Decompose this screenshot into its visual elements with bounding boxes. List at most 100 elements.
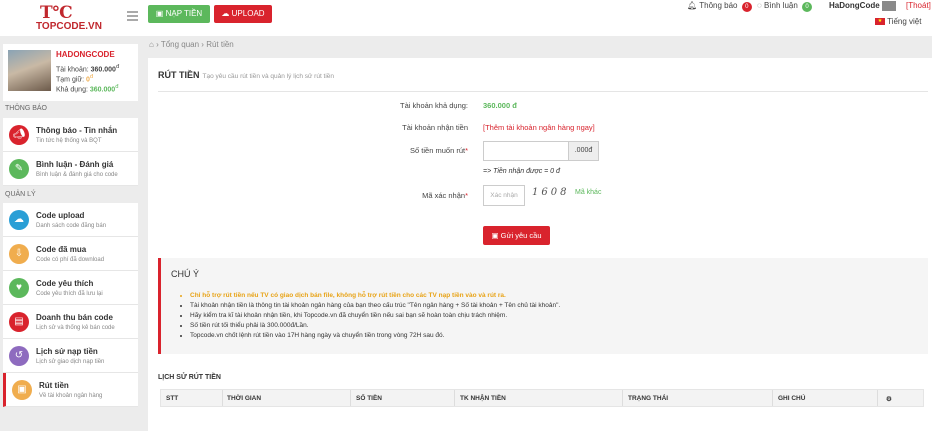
available-label: Khả dụng:	[56, 86, 88, 94]
sidebar-item-subtitle: Tin tức hệ thống và BQT	[36, 138, 102, 144]
sidebar-item-subtitle: Lịch sử giao dịch nạp tiền	[36, 359, 105, 365]
notifications-link[interactable]: 🔔︎ Thông báo 0	[687, 1, 752, 12]
breadcrumb-home[interactable]: Tổng quan	[161, 40, 199, 49]
upload-cloud-icon: ☁	[9, 210, 29, 230]
captcha-label-text: Mã xác nhận	[422, 191, 466, 200]
upload-label: UPLOAD	[231, 9, 265, 18]
add-bank-account-link[interactable]: [Thêm tài khoản ngân hàng ngay]	[483, 123, 595, 132]
sidebar-item[interactable]: ⇩ Code đã mua Code có phí đã download	[3, 237, 138, 271]
captcha-refresh-link[interactable]: Mã khác	[575, 189, 601, 196]
sidebar-item-subtitle: Code yêu thích đã lưu lại	[36, 291, 103, 297]
sidebar-item-label: Code upload	[36, 211, 85, 220]
history-icon: ↺	[9, 346, 29, 366]
balance-row: Tài khoản: 360.000đ	[56, 64, 119, 73]
nap-tien-label: NẠP TIỀN	[165, 9, 203, 18]
sidebar-item[interactable]: ☁ Code upload Danh sách code đăng bán	[3, 203, 138, 237]
sidebar-item[interactable]: ✎ Bình luận - Đánh giá Bình luận & đánh gi…	[3, 152, 138, 186]
sidebar-item[interactable]: ▣ Rút tiền Về tài khoản ngân hàng	[3, 373, 138, 407]
section-title-manage: QUẢN LÝ	[5, 191, 36, 198]
language-label: Tiếng việt	[887, 17, 922, 26]
sidebar-item-subtitle: Danh sách code đăng bán	[36, 223, 107, 229]
logo-mark: T°C	[40, 3, 73, 23]
sidebar-item-subtitle: Bình luận & đánh giá cho code	[36, 172, 118, 178]
col-stt: STT	[166, 395, 179, 402]
page-subtitle: Tạo yêu cầu rút tiền và quản lý lịch sử …	[202, 73, 335, 80]
frozen-row: Tạm giữ: 0đ	[56, 74, 93, 83]
bullhorn-icon: 📣︎	[9, 125, 29, 145]
sidebar: HADONGCODE Tài khoản: 360.000đ Tạm giữ: …	[0, 36, 147, 431]
captcha-input[interactable]: Xác nhận	[483, 185, 525, 206]
username: HaDongCode	[829, 1, 880, 11]
vietnam-flag-icon: ★	[875, 18, 885, 26]
chart-icon: ▤	[9, 312, 29, 332]
available-value: 360.000	[89, 86, 116, 94]
sidebar-item[interactable]: ♥ Code yêu thích Code yêu thích đã lưu lại	[3, 271, 138, 305]
site-logo[interactable]: T°C TOPCODE.VN	[36, 2, 118, 32]
sidebar-item[interactable]: 📣︎ Thông báo - Tin nhắn Tin tức hệ thống v…	[3, 118, 138, 152]
amount-label: Số tiền muốn rút*	[328, 146, 468, 155]
amount-addon: .000đ	[569, 141, 599, 161]
user-menu[interactable]: HaDongCode	[829, 1, 896, 11]
profile-name[interactable]: HADONGCODE	[56, 50, 115, 59]
comment-icon: ◌	[757, 1, 762, 10]
bank-icon: ▣	[12, 380, 32, 400]
wallet-icon: ▣	[155, 9, 166, 18]
section-title-notify: THÔNG BÁO	[5, 105, 48, 112]
page-title-text: RÚT TIỀN	[158, 70, 200, 80]
col-note: GHI CHÚ	[778, 395, 806, 402]
logout-link[interactable]: [Thoát]	[906, 1, 931, 10]
sidebar-item-label: Bình luận - Đánh giá	[36, 160, 114, 169]
amount-label-text: Số tiền muốn rút	[410, 146, 466, 155]
col-time: THỜI GIAN	[227, 395, 262, 402]
top-bar: T°C TOPCODE.VN ▣ NẠP TIỀN ☁ UPLOAD 🔔︎ Th…	[0, 0, 932, 36]
heart-icon: ♥	[9, 278, 29, 298]
currency-sup: đ	[89, 74, 94, 80]
notifications-badge: 0	[741, 2, 752, 12]
frozen-label: Tạm giữ:	[56, 76, 85, 84]
bank-account-label: Tài khoản nhận tiền	[402, 123, 468, 132]
notifications-label: Thông báo	[699, 1, 738, 10]
download-icon: ⇩	[9, 244, 29, 264]
money-icon: ▣	[491, 231, 501, 240]
notice-item: Topcode.vn chốt lệnh rút tiền vào 17H hà…	[190, 331, 560, 341]
sidebar-item-subtitle: Về tài khoản ngân hàng	[39, 393, 103, 399]
avatar[interactable]	[8, 50, 51, 91]
required-mark: *	[465, 146, 468, 155]
notice-title: CHÚ Ý	[171, 269, 200, 279]
settings-gear-icon[interactable]: ⚙	[886, 395, 892, 403]
submit-request-button[interactable]: ▣ Gửi yêu cầu	[483, 226, 550, 245]
sidebar-item[interactable]: ▤ Doanh thu bán code Lịch sử và thống kê b…	[3, 305, 138, 339]
balance-label: Tài khoản:	[56, 66, 89, 74]
language-select[interactable]: ★ Tiếng việt	[875, 17, 921, 26]
col-amount: SỐ TIỀN	[356, 395, 383, 402]
sidebar-item-label: Code yêu thích	[36, 279, 94, 288]
amount-input[interactable]	[483, 141, 569, 161]
nap-tien-button[interactable]: ▣ NẠP TIỀN	[148, 5, 210, 23]
comments-label: Bình luận	[764, 1, 798, 10]
sidebar-item-subtitle: Lịch sử và thống kê bán code	[36, 325, 115, 331]
home-icon[interactable]: ⌂	[149, 40, 154, 49]
available-balance-label: Tài khoản khả dụng:	[400, 101, 468, 110]
currency-sup: đ	[115, 64, 120, 70]
balance-value: 360.000	[90, 66, 116, 74]
notice-box: CHÚ Ý Chỉ hỗ trợ rút tiền nếu TV có giao…	[158, 258, 928, 354]
sidebar-item-label: Code đã mua	[36, 245, 87, 254]
upload-button[interactable]: ☁ UPLOAD	[214, 5, 272, 23]
cloud-upload-icon: ☁	[221, 9, 232, 18]
col-bank-account: TK NHẬN TIỀN	[460, 395, 506, 402]
sidebar-item-label: Lịch sử nạp tiền	[36, 347, 98, 356]
currency-sup: đ	[115, 84, 119, 90]
comments-link[interactable]: ◌ Bình luận 0	[757, 1, 813, 12]
receive-amount-note: => Tiền nhận được = 0 đ	[483, 168, 560, 175]
sidebar-item-label: Doanh thu bán code	[36, 313, 113, 322]
profile-card: HADONGCODE Tài khoản: 360.000đ Tạm giữ: …	[3, 44, 138, 101]
sidebar-item-label: Thông báo - Tin nhắn	[36, 126, 118, 135]
comment-icon: ✎	[9, 159, 29, 179]
history-title: LỊCH SỬ RÚT TIỀN	[158, 374, 221, 381]
captcha-label: Mã xác nhận*	[328, 191, 468, 200]
sidebar-item[interactable]: ↺ Lịch sử nạp tiền Lịch sử giao dịch nạp t…	[3, 339, 138, 373]
notice-item: Tài khoản nhận tiền là thông tin tài kho…	[190, 301, 560, 311]
menu-toggle-icon[interactable]	[127, 11, 138, 23]
main-panel: RÚT TIỀN Tạo yêu cầu rút tiền và quản lý …	[148, 58, 932, 431]
sidebar-item-label: Rút tiền	[39, 381, 69, 390]
